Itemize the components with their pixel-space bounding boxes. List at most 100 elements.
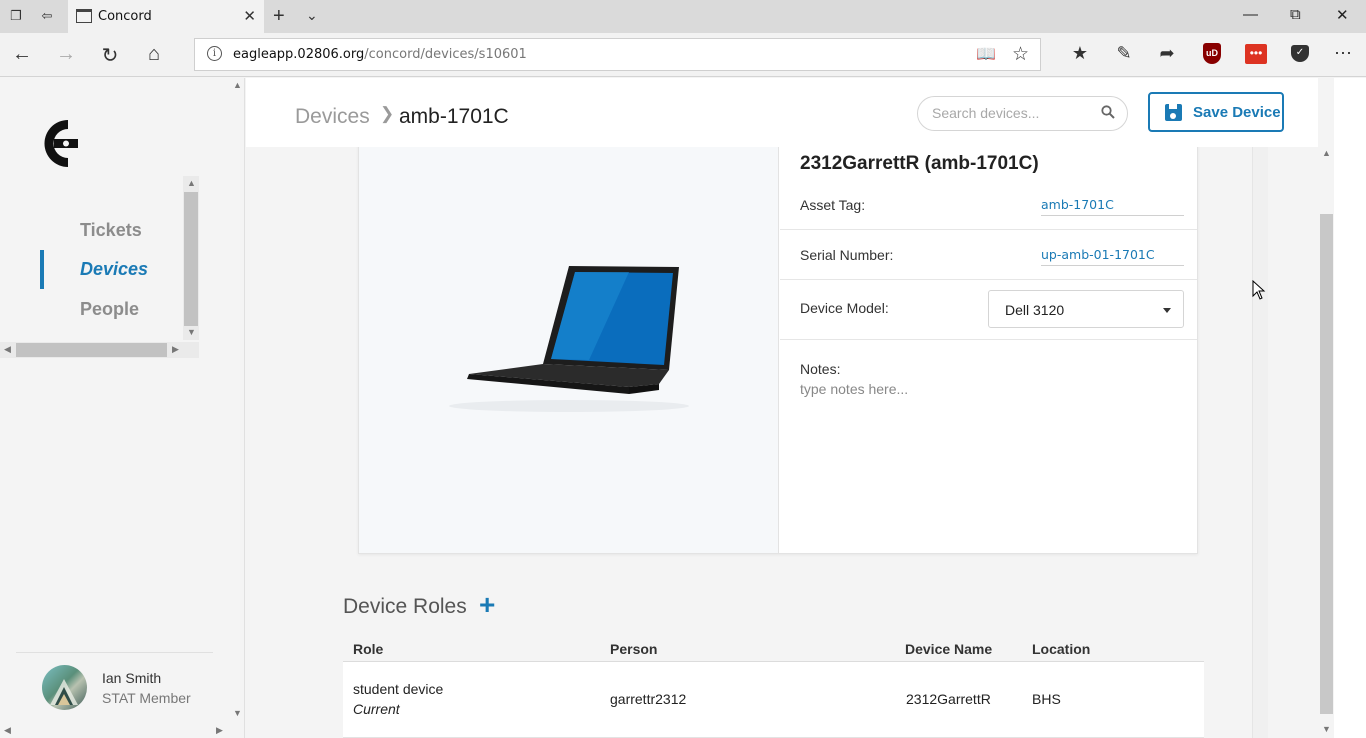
scroll-up-icon[interactable]: ▲	[1322, 148, 1331, 158]
laptop-image	[449, 266, 689, 412]
search-box[interactable]	[917, 96, 1128, 131]
ublock-extension-icon[interactable]: uD	[1203, 43, 1221, 64]
column-role: Role	[353, 641, 384, 657]
url-text[interactable]: eagleapp.02806.org/concord/devices/s1060…	[233, 47, 527, 62]
serial-number-field[interactable]: up-amb-01-1701C	[1041, 247, 1184, 266]
serial-number-label: Serial Number:	[800, 247, 894, 263]
sidebar-vertical-scrollbar[interactable]: ▲ ▼	[229, 78, 245, 722]
favorites-hub-icon[interactable]: ★	[1068, 43, 1092, 67]
scroll-down-icon[interactable]: ▼	[233, 708, 242, 718]
sidebar-nav: Tickets Devices People	[0, 176, 183, 340]
more-icon[interactable]: ⋯	[1331, 43, 1355, 67]
page-title: amb-1701C	[399, 105, 509, 128]
sidebar-nav-horizontal-scrollbar[interactable]: ◀ ▶	[0, 342, 199, 358]
user-name: Ian Smith	[102, 670, 162, 686]
avatar	[42, 665, 87, 710]
device-name-cell: 2312GarrettR	[906, 691, 991, 707]
device-title: 2312GarrettR (amb-1701C)	[800, 153, 1039, 174]
scroll-up-icon[interactable]: ▲	[187, 178, 196, 188]
role-cell: student device	[353, 681, 444, 697]
user-profile[interactable]: Ian Smith STAT Member	[16, 652, 213, 722]
table-row[interactable]: student device Current garrettr2312 2312…	[343, 662, 1204, 738]
breadcrumb-devices[interactable]: Devices	[295, 105, 370, 129]
page-icon	[76, 9, 92, 23]
device-model-row: Device Model: Dell 3120	[780, 280, 1197, 340]
scroll-up-icon[interactable]: ▲	[233, 80, 242, 90]
browser-tab[interactable]: Concord ✕	[68, 0, 264, 33]
page-vertical-scrollbar[interactable]: ▲ ▼	[1318, 78, 1334, 738]
home-icon[interactable]: ⌂	[142, 43, 166, 66]
close-tab-icon[interactable]: ✕	[243, 7, 256, 25]
favorite-star-icon[interactable]: ☆	[1012, 43, 1029, 66]
location-cell: BHS	[1032, 691, 1061, 707]
close-window-icon[interactable]: ✕	[1336, 6, 1349, 24]
set-tabs-aside-icon[interactable]: ⇦	[38, 8, 56, 24]
concord-logo	[44, 120, 78, 167]
chevron-down-icon[interactable]: ⌄	[306, 7, 318, 24]
notes-field[interactable]	[800, 381, 1180, 531]
column-location: Location	[1032, 641, 1091, 657]
pen-icon[interactable]: ✎	[1112, 43, 1136, 67]
scrollbar-thumb[interactable]	[16, 343, 167, 357]
main-content: 2312GarrettR (amb-1701C) Asset Tag: amb-…	[246, 147, 1252, 738]
scroll-left-icon[interactable]: ◀	[4, 344, 11, 355]
serial-number-row: Serial Number: up-amb-01-1701C	[780, 230, 1197, 280]
column-device-name: Device Name	[905, 641, 993, 657]
asset-tag-label: Asset Tag:	[800, 197, 866, 213]
device-card: 2312GarrettR (amb-1701C) Asset Tag: amb-…	[358, 147, 1198, 554]
save-device-button[interactable]: Save Device	[1148, 92, 1284, 132]
new-tab-icon[interactable]: +	[273, 5, 285, 28]
scroll-down-icon[interactable]: ▼	[187, 327, 196, 337]
address-bar[interactable]: i eagleapp.02806.org/concord/devices/s10…	[194, 38, 1041, 71]
person-cell[interactable]: garrettr2312	[610, 691, 686, 707]
asset-tag-row: Asset Tag: amb-1701C	[780, 184, 1197, 230]
device-model-select[interactable]: Dell 3120	[988, 290, 1184, 328]
content-vertical-scrollbar[interactable]	[1252, 147, 1268, 738]
device-model-value: Dell 3120	[1005, 302, 1065, 318]
restore-icon[interactable]: ⧉	[1290, 6, 1301, 23]
refresh-icon[interactable]: ↻	[98, 43, 122, 68]
reading-view-icon[interactable]: 📖	[976, 44, 996, 64]
extension-icon[interactable]: •••	[1245, 44, 1267, 64]
asset-tag-field[interactable]: amb-1701C	[1041, 197, 1184, 216]
scrollbar-thumb[interactable]	[184, 192, 198, 326]
browser-tab-bar: ❐ ⇦ Concord ✕ + ⌄ — ⧉ ✕	[0, 0, 1366, 33]
sidebar-item-people[interactable]: People	[80, 299, 139, 320]
column-person: Person	[610, 641, 658, 657]
search-icon[interactable]	[1101, 105, 1115, 119]
add-role-button[interactable]: +	[479, 591, 495, 619]
scroll-down-icon[interactable]: ▼	[1322, 724, 1331, 734]
save-icon	[1165, 104, 1182, 121]
tab-title: Concord	[98, 9, 152, 24]
user-role: STAT Member	[102, 690, 191, 706]
browser-toolbar: ← → ↻ ⌂ i eagleapp.02806.org/concord/dev…	[0, 33, 1366, 77]
role-status: Current	[353, 701, 400, 717]
search-input[interactable]	[932, 105, 1092, 121]
device-model-label: Device Model:	[800, 300, 889, 316]
device-roles-title: Device Roles	[343, 595, 467, 618]
caret-down-icon	[1163, 308, 1171, 313]
page-header: Devices ❯ amb-1701C Save Device	[246, 78, 1334, 147]
sidebar-item-tickets[interactable]: Tickets	[80, 220, 142, 241]
device-photo	[359, 147, 779, 553]
scroll-right-icon[interactable]: ▶	[172, 344, 179, 355]
back-icon[interactable]: ←	[10, 43, 34, 66]
scroll-left-icon[interactable]: ◀	[4, 725, 11, 736]
right-gutter	[1334, 78, 1366, 738]
roles-table-header: Role Person Device Name Location	[343, 639, 1204, 662]
forward-icon[interactable]: →	[54, 43, 78, 66]
notes-label: Notes:	[800, 361, 841, 377]
share-icon[interactable]: ➦	[1155, 43, 1179, 67]
scroll-right-icon[interactable]: ▶	[216, 725, 223, 736]
scrollbar-thumb[interactable]	[1320, 214, 1333, 714]
tab-manager-icon[interactable]: ❐	[7, 8, 25, 24]
active-nav-indicator	[40, 250, 44, 289]
sidebar-nav-vertical-scrollbar[interactable]: ▲ ▼	[183, 176, 199, 340]
chevron-right-icon: ❯	[380, 104, 395, 123]
save-device-label: Save Device	[1193, 104, 1281, 121]
minimize-icon[interactable]: —	[1243, 6, 1258, 23]
sidebar-horizontal-scrollbar[interactable]: ◀ ▶	[0, 722, 229, 738]
mouse-cursor-icon	[1252, 280, 1266, 300]
sidebar-item-devices[interactable]: Devices	[80, 259, 148, 280]
site-info-icon[interactable]: i	[207, 46, 222, 61]
